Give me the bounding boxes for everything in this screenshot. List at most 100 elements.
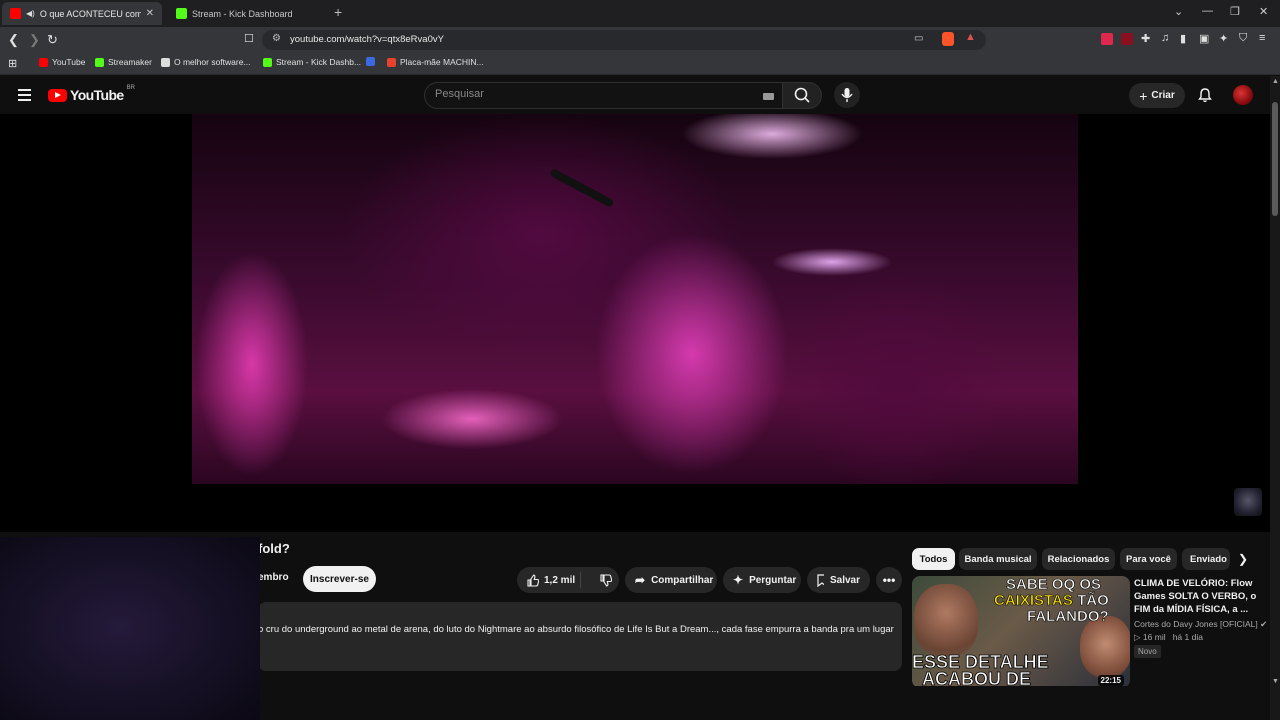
cast-icon[interactable]: ▭	[914, 33, 923, 44]
video-duration: 22:15	[1097, 675, 1124, 686]
keyboard-icon[interactable]	[763, 93, 774, 100]
recommended-video-title[interactable]: CLIMA DE VELÓRIO: Flow Games SOLTA O VER…	[1134, 577, 1264, 616]
sparkle-icon: ✦	[733, 573, 744, 587]
tab-title: O que ACONTECEU com o Av	[39, 8, 141, 19]
bookmark-motherboard[interactable]: Placa-mãe MACHIN...	[387, 57, 484, 67]
bookmark-youtube[interactable]: YouTube	[39, 57, 85, 67]
like-button[interactable]: 1,2 mil	[517, 572, 581, 588]
leo-ai-icon[interactable]: ✦	[1219, 32, 1228, 45]
bookmark-software[interactable]: O melhor software...	[161, 57, 251, 67]
video-player[interactable]	[192, 114, 1078, 484]
create-button[interactable]: + Criar	[1129, 83, 1185, 108]
extension-icon[interactable]	[1121, 33, 1133, 45]
scroll-up-icon[interactable]: ▲	[1272, 78, 1279, 85]
scroll-down-icon[interactable]: ▼	[1272, 678, 1279, 685]
notifications-bell-icon[interactable]	[1197, 87, 1213, 108]
dislike-button[interactable]	[587, 573, 612, 587]
sidebar-icon[interactable]: ▮	[1180, 32, 1186, 45]
tab-search-chevron-icon[interactable]: ⌄	[1174, 5, 1183, 18]
youtube-logo[interactable]: YouTube BR	[48, 85, 135, 103]
voice-search-button[interactable]	[834, 82, 860, 108]
close-tab-icon[interactable]: ✕	[146, 8, 154, 19]
search-box	[424, 82, 782, 109]
brave-shield-icon[interactable]	[942, 32, 954, 46]
create-label: Criar	[1151, 90, 1175, 101]
video-title: fold?	[258, 541, 290, 556]
maximize-button[interactable]: ❐	[1230, 5, 1240, 18]
wallet-icon[interactable]: ▣	[1199, 32, 1209, 45]
new-badge: Novo	[1134, 645, 1161, 658]
url-bar[interactable]: ⚙ youtube.com/watch?v=qtx8eRva0vY ▭ ▲	[262, 30, 986, 50]
apps-grid-icon[interactable]: ⊞	[8, 57, 17, 70]
search-button[interactable]	[782, 82, 822, 109]
audio-playing-icon[interactable]: ◀)	[26, 9, 35, 18]
forward-button[interactable]: ❯	[29, 32, 40, 48]
chips-next-arrow-icon[interactable]: ❯	[1238, 552, 1248, 566]
thumbnail-highlight-word: CAIXISTAS	[994, 592, 1074, 610]
view-count: 16 mil	[1142, 632, 1166, 642]
blue-icon	[366, 57, 375, 66]
site-info-icon[interactable]: ⚙	[272, 33, 281, 44]
subscribe-button[interactable]: Inscrever-se	[303, 566, 376, 592]
chip-related[interactable]: Relacionados	[1042, 548, 1115, 570]
chip-uploaded[interactable]: Enviado	[1182, 548, 1230, 570]
hamburger-menu-icon[interactable]	[18, 89, 31, 104]
thumbnail-text-word: TÃO	[1077, 592, 1109, 610]
recommended-video-thumbnail[interactable]: SABE OQ OS CAIXISTAS TÃO FALANDO? ESSE D…	[912, 576, 1130, 688]
member-button[interactable]: embro	[258, 572, 289, 583]
play-count-icon: ▷	[1134, 632, 1141, 642]
bookmark-icon[interactable]: ☐	[244, 32, 254, 45]
chip-all[interactable]: Todos	[912, 548, 955, 570]
bookmark-blue[interactable]	[366, 57, 375, 66]
streamaker-icon	[95, 57, 104, 67]
brave-rewards-icon[interactable]: ▲	[965, 31, 976, 43]
avatar[interactable]	[1233, 85, 1253, 105]
chip-music-band[interactable]: Banda musical	[959, 548, 1037, 570]
thumbnail-text-line: FALANDO?	[1027, 608, 1109, 626]
extensions-puzzle-icon[interactable]: ✚	[1141, 32, 1150, 45]
tab-kick-dashboard[interactable]: Stream - Kick Dashboard	[168, 2, 326, 25]
description-box[interactable]: o cru do underground ao metal de arena, …	[258, 602, 902, 671]
minimize-button[interactable]: —	[1202, 5, 1213, 17]
thumbs-up-icon	[527, 573, 539, 587]
search-input[interactable]	[435, 88, 735, 100]
url-text: youtube.com/watch?v=qtx8eRva0vY	[290, 34, 444, 45]
bookmark-label: Placa-mãe MACHIN...	[400, 57, 484, 67]
recommended-channel[interactable]: Cortes do Davy Jones [OFICIAL] ✔	[1134, 619, 1267, 630]
country-code: BR	[126, 85, 135, 91]
page-scrollbar[interactable]: ▲ ▼	[1270, 76, 1280, 720]
more-actions-button[interactable]: •••	[876, 567, 902, 593]
page-bottom-edge	[260, 686, 1270, 720]
back-button[interactable]: ❮	[8, 32, 19, 48]
kick-icon	[263, 57, 272, 67]
scrollbar-thumb[interactable]	[1272, 102, 1278, 216]
bookmark-label: Streamaker	[108, 57, 152, 67]
save-button[interactable]: Salvar	[807, 567, 870, 593]
share-icon: ➦	[635, 573, 646, 587]
like-dislike-group: 1,2 mil	[517, 567, 619, 593]
share-button[interactable]: ➦ Compartilhar	[625, 567, 717, 593]
media-controls-icon[interactable]: ♫	[1161, 32, 1169, 44]
bookmark-kick-dashboard[interactable]: Stream - Kick Dashb...	[263, 57, 361, 67]
kick-favicon-icon	[176, 8, 187, 19]
plus-icon: +	[1139, 87, 1148, 104]
microphone-icon	[841, 88, 853, 102]
reload-button[interactable]: ↻	[47, 32, 58, 48]
close-window-button[interactable]: ✕	[1259, 5, 1268, 18]
thumbnail-face-right	[1080, 616, 1130, 678]
bookmark-label: YouTube	[52, 57, 86, 67]
menu-icon[interactable]: ≡	[1259, 32, 1265, 44]
bookmarks-bar: ⊞ YouTube Streamaker O melhor software..…	[0, 53, 1280, 75]
youtube-header: YouTube BR + Criar	[0, 76, 1280, 114]
tab-title: Stream - Kick Dashboard	[192, 8, 293, 19]
channel-watermark[interactable]	[1234, 488, 1262, 516]
extension-icon[interactable]	[1101, 33, 1113, 45]
ask-button[interactable]: ✦ Perguntar	[723, 567, 801, 593]
vpn-shield-icon[interactable]: ⛉	[1239, 32, 1247, 45]
chip-for-you[interactable]: Para você	[1120, 548, 1177, 570]
share-label: Compartilhar	[651, 574, 714, 586]
bookmark-streamaker[interactable]: Streamaker	[95, 57, 152, 67]
tab-youtube[interactable]: ◀) O que ACONTECEU com o Av ✕	[2, 2, 162, 25]
search-icon	[794, 87, 810, 103]
new-tab-button[interactable]: +	[334, 4, 342, 20]
